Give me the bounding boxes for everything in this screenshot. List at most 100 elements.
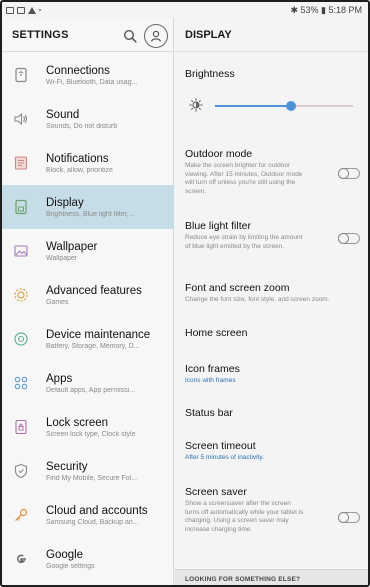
sidebar-item-label: Security bbox=[46, 460, 88, 473]
sidebar-item-subtitle: Brightness, Blue light filter,... bbox=[46, 210, 135, 218]
sidebar-item-advanced-features[interactable]: Advanced features Games bbox=[2, 273, 174, 317]
sidebar-item-text: Sound Sounds, Do not disturb bbox=[46, 109, 168, 130]
home-screen-label: Home screen bbox=[185, 327, 248, 339]
sound-icon bbox=[12, 110, 30, 128]
icon-frames-label: Icon frames bbox=[185, 363, 240, 375]
sidebar-item-subtitle: Battery, Storage, Memory, D... bbox=[46, 342, 140, 350]
display-header: DISPLAY bbox=[175, 18, 368, 52]
screen-saver-label: Screen saver bbox=[185, 486, 247, 498]
sidebar-item-label: Cloud and accounts bbox=[46, 504, 148, 517]
search-icon[interactable] bbox=[123, 29, 137, 43]
google-icon bbox=[12, 550, 30, 568]
sidebar-item-label: Display bbox=[46, 196, 84, 209]
sidebar-item-label: Google bbox=[46, 548, 84, 561]
brightness-slider-handle[interactable] bbox=[285, 101, 296, 111]
sidebar-item-subtitle: Games bbox=[46, 298, 69, 306]
screen-timeout-label: Screen timeout bbox=[185, 440, 256, 452]
sidebar-item-wallpaper[interactable]: Wallpaper Wallpaper bbox=[2, 229, 174, 273]
sidebar-item-label: Device maintenance bbox=[46, 328, 151, 341]
sidebar-item-sound[interactable]: Sound Sounds, Do not disturb bbox=[2, 97, 174, 141]
sidebar-item-label: Advanced features bbox=[46, 284, 142, 297]
sidebar-item-subtitle: Wallpaper bbox=[46, 254, 78, 262]
brightness-slider[interactable] bbox=[215, 101, 353, 111]
status-bar-row[interactable]: Status bar bbox=[185, 407, 361, 419]
apps-icon bbox=[12, 374, 30, 392]
screenshot-notification-icon bbox=[17, 6, 25, 14]
brightness-icon bbox=[189, 98, 203, 112]
profile-icon[interactable] bbox=[144, 24, 168, 48]
blue-light-filter-label: Blue light filter bbox=[185, 220, 251, 232]
sidebar-item-text: Apps Default apps, App permissi... bbox=[46, 373, 168, 394]
sidebar-item-apps[interactable]: Apps Default apps, App permissi... bbox=[2, 361, 174, 405]
sidebar-item-subtitle: Sounds, Do not disturb bbox=[46, 122, 118, 130]
connections-icon bbox=[12, 66, 30, 84]
toggle-knob bbox=[338, 233, 349, 244]
lock-screen-icon bbox=[12, 418, 30, 436]
device-screen: ✱ 53% ▮ 5:18 PM SETTINGS Connections Wi-F… bbox=[0, 0, 370, 587]
screen-timeout-value: After 5 minutes of inactivity. bbox=[185, 454, 264, 461]
icon-frames-value: Icons with frames bbox=[185, 377, 236, 384]
sidebar-item-label: Connections bbox=[46, 64, 110, 77]
display-settings-pane: DISPLAY Brightness Outdoor mode Make the… bbox=[175, 18, 368, 585]
sidebar-item-subtitle: Default apps, App permissi... bbox=[46, 386, 136, 394]
status-right: ✱ 53% ▮ 5:18 PM bbox=[290, 5, 364, 16]
toggle-knob bbox=[338, 512, 349, 523]
brightness-slider-fill bbox=[215, 105, 291, 107]
font-screen-zoom-row[interactable]: Font and screen zoom Change the font siz… bbox=[185, 282, 361, 305]
sidebar-item-label: Wallpaper bbox=[46, 240, 98, 253]
sidebar-item-text: Lock screen Screen lock type, Clock style bbox=[46, 417, 168, 438]
warning-notification-icon bbox=[28, 6, 36, 14]
sidebar-item-cloud-and-accounts[interactable]: Cloud and accounts Samsung Cloud, Backup … bbox=[2, 493, 174, 537]
wallpaper-icon bbox=[12, 242, 30, 260]
sidebar-item-text: Security Find My Mobile, Secure Fol... bbox=[46, 461, 168, 482]
more-notifications-icon bbox=[39, 9, 41, 11]
sidebar-item-subtitle: Block, allow, prioritize bbox=[46, 166, 113, 174]
sidebar-item-google[interactable]: Google Google settings bbox=[2, 537, 174, 581]
outdoor-mode-description: Make the screen brighter for outdoor vie… bbox=[185, 162, 303, 195]
settings-list-pane: SETTINGS Connections Wi-Fi, Bluetooth, Da… bbox=[2, 18, 174, 585]
sidebar-item-text: Device maintenance Battery, Storage, Memo… bbox=[46, 329, 168, 350]
sidebar-item-security[interactable]: Security Find My Mobile, Secure Fol... bbox=[2, 449, 174, 493]
screen-saver-toggle[interactable] bbox=[338, 512, 360, 523]
gallery-notification-icon bbox=[6, 6, 14, 14]
home-screen-row[interactable]: Home screen bbox=[185, 327, 361, 339]
outdoor-mode-label: Outdoor mode bbox=[185, 148, 253, 160]
sidebar-item-text: Display Brightness, Blue light filter,... bbox=[46, 197, 168, 218]
sidebar-item-text: Advanced features Games bbox=[46, 285, 168, 306]
status-bar: ✱ 53% ▮ 5:18 PM bbox=[2, 2, 368, 18]
status-bar-label: Status bar bbox=[185, 407, 233, 419]
screen-timeout-row[interactable]: Screen timeout After 5 minutes of inacti… bbox=[185, 440, 361, 463]
cloud-accounts-icon bbox=[12, 506, 30, 524]
blue-light-filter-toggle[interactable] bbox=[338, 233, 360, 244]
sidebar-item-label: Lock screen bbox=[46, 416, 109, 429]
sidebar-item-connections[interactable]: Connections Wi-Fi, Bluetooth, Data usag..… bbox=[2, 53, 174, 97]
status-text: ✱ 53% ▮ 5:18 PM bbox=[290, 4, 362, 15]
sidebar-item-label: Notifications bbox=[46, 152, 109, 165]
icon-frames-row[interactable]: Icon frames Icons with frames bbox=[185, 363, 361, 386]
sidebar-item-subtitle: Find My Mobile, Secure Fol... bbox=[46, 474, 138, 482]
sidebar-item-subtitle: Google settings bbox=[46, 562, 95, 570]
screen-saver-description: Show a screensaver after the screen turn… bbox=[185, 500, 304, 533]
sidebar-item-notifications[interactable]: Notifications Block, allow, prioritize bbox=[2, 141, 174, 185]
display-icon bbox=[12, 198, 30, 216]
sidebar-item-subtitle: Screen lock type, Clock style bbox=[46, 430, 136, 438]
font-screen-zoom-description: Change the font size, font style, and sc… bbox=[185, 296, 330, 303]
sidebar-item-text: Wallpaper Wallpaper bbox=[46, 241, 168, 262]
notifications-icon bbox=[12, 154, 30, 172]
toggle-knob bbox=[338, 168, 349, 179]
outdoor-mode-toggle[interactable] bbox=[338, 168, 360, 179]
blue-light-filter-description: Reduce eye strain by limiting the amount… bbox=[185, 234, 303, 250]
looking-for-something-else-bar: LOOKING FOR SOMETHING ELSE? bbox=[175, 569, 368, 585]
font-screen-zoom-label: Font and screen zoom bbox=[185, 282, 290, 294]
screen-saver-row[interactable]: Screen saver Show a screensaver after th… bbox=[185, 486, 361, 534]
section-title: DISPLAY bbox=[185, 28, 232, 41]
sidebar-item-display[interactable]: Display Brightness, Blue light filter,... bbox=[2, 185, 174, 229]
sidebar-item-subtitle: Samsung Cloud, Backup an... bbox=[46, 518, 139, 526]
sidebar-item-text: Notifications Block, allow, prioritize bbox=[46, 153, 168, 174]
outdoor-mode-row[interactable]: Outdoor mode Make the screen brighter fo… bbox=[185, 148, 361, 196]
blue-light-filter-row[interactable]: Blue light filter Reduce eye strain by l… bbox=[185, 220, 361, 251]
device-maintenance-icon bbox=[12, 330, 30, 348]
sidebar-item-device-maintenance[interactable]: Device maintenance Battery, Storage, Memo… bbox=[2, 317, 174, 361]
sidebar-item-lock-screen[interactable]: Lock screen Screen lock type, Clock style bbox=[2, 405, 174, 449]
notification-icons bbox=[6, 6, 41, 14]
